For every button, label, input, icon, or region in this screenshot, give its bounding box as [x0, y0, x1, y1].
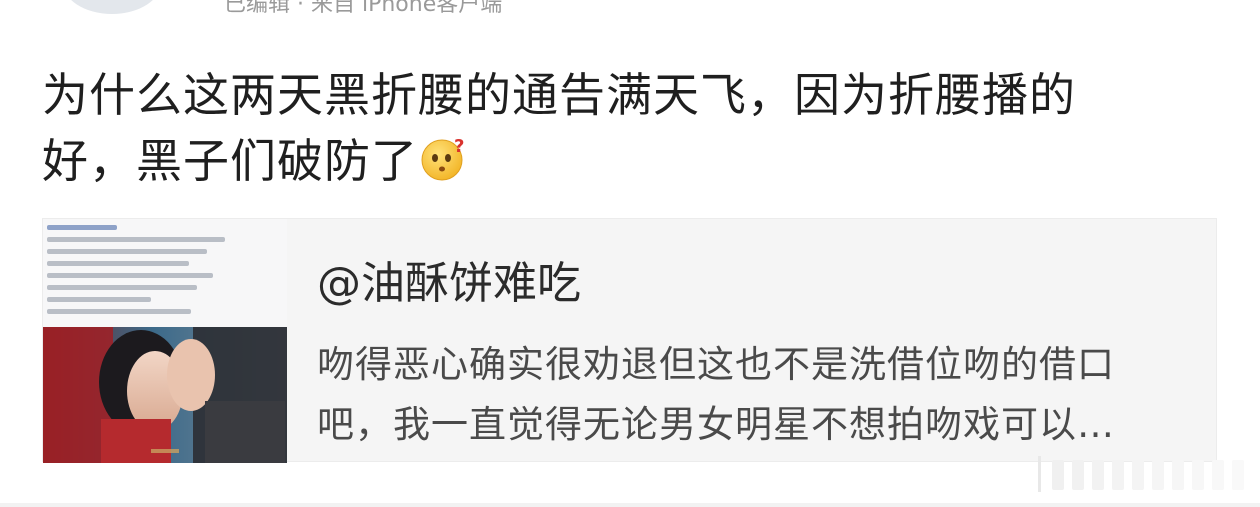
post-text-line-2: 好，黑子们破防了 ?: [42, 128, 1222, 194]
bottom-divider: [0, 503, 1260, 507]
kiss-scene-thumbnail[interactable]: [43, 219, 287, 463]
quoted-line-2: 吧，我一直觉得无论男女明星不想拍吻戏可以…: [317, 403, 1115, 446]
avatar[interactable]: [62, 0, 162, 14]
svg-text:?: ?: [454, 136, 465, 157]
post-text: 为什么这两天黑折腰的通告满天飞，因为折腰播的 好，黑子们破防了 ?: [42, 62, 1222, 194]
quoted-post-card[interactable]: @油酥饼难吃 吻得恶心确实很劝退但这也不是洗借位吻的借口 吧，我一直觉得无论男女…: [42, 218, 1217, 463]
decorative-fade-bars: [1038, 456, 1244, 492]
quoted-post-excerpt: 吻得恶心确实很劝退但这也不是洗借位吻的借口 吧，我一直觉得无论男女明星不想拍吻戏…: [317, 335, 1207, 455]
thumbnail-text-screenshot: [43, 219, 287, 327]
quoted-username[interactable]: @油酥饼难吃: [317, 247, 581, 311]
post-meta: 已编辑 · 来自 iPhone客户端: [224, 0, 503, 17]
post-text-line-1: 为什么这两天黑折腰的通告满天飞，因为折腰播的: [42, 68, 1076, 122]
post-text-line-2-text: 好，黑子们破防了: [42, 134, 418, 188]
quoted-line-1: 吻得恶心确实很劝退但这也不是洗借位吻的借口: [317, 343, 1115, 386]
kiss-scene-photo: [43, 327, 287, 463]
confused-face-icon: ?: [421, 136, 465, 181]
